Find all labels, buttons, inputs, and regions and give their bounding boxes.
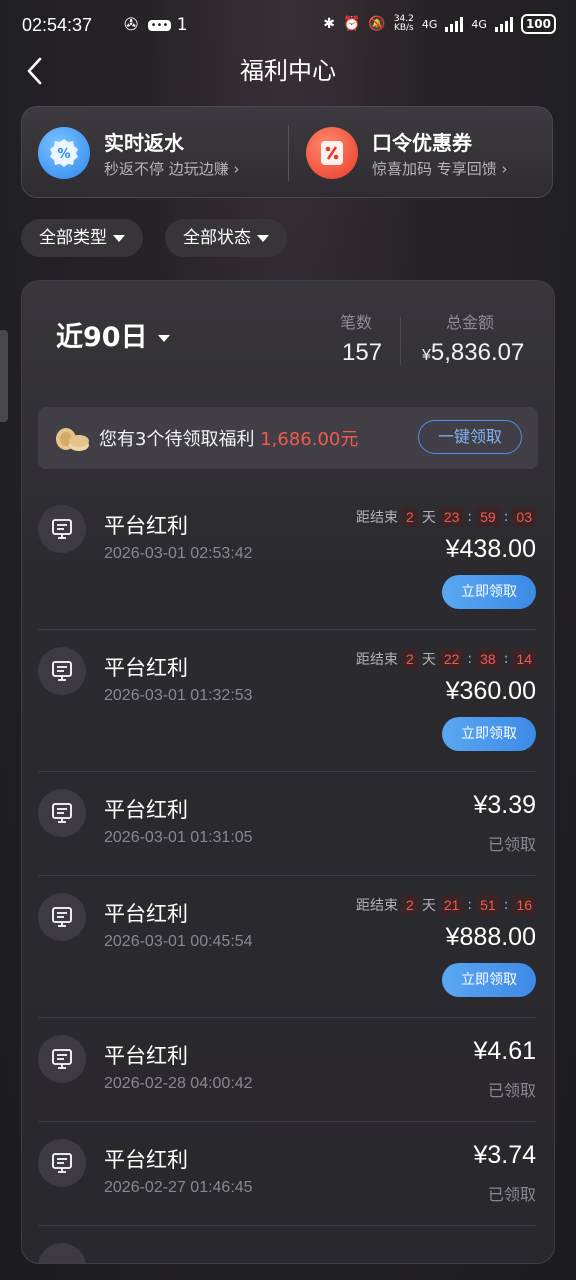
record-date: 2026-03-01 02:53:42 <box>104 545 253 562</box>
record-row: 平台红利 2026-03-01 01:32:53 距结束 2 天 22:38:14 ¥… <box>38 631 536 772</box>
record-amount: ¥3.39 <box>473 791 536 819</box>
countdown: 距结束 2 天 21:51:16 <box>356 895 536 915</box>
record-amount: ¥4.61 <box>473 1037 536 1065</box>
network-label-2: 4G <box>471 17 487 31</box>
coupon-ticket-icon <box>306 127 358 179</box>
signal-icon-1 <box>445 16 464 32</box>
type-filter-label: 全部类型 <box>39 228 107 248</box>
chevron-left-icon <box>27 57 42 85</box>
clock: 02:54:37 <box>22 15 93 35</box>
record-date: 2026-03-01 01:32:53 <box>104 687 253 704</box>
record-row: 平台红利 2026-03-01 00:45:54 距结束 2 天 21:51:16 ¥… <box>38 877 536 1018</box>
coupon-entry[interactable]: 口令优惠券 惊喜加码 专享回馈 › <box>306 125 546 181</box>
pending-amount: 1,686.00元 <box>260 429 359 450</box>
record-row: 平台红利 2026-03-01 02:53:42 距结束 2 天 23:59:03 ¥… <box>38 489 536 630</box>
network-label-1: 4G <box>421 17 438 31</box>
record-name: 平台红利 <box>104 656 188 680</box>
total-currency: ¥ <box>422 347 431 364</box>
record-row-partial <box>38 1241 536 1263</box>
countdown: 距结束 2 天 22:38:14 <box>356 649 536 669</box>
status-filter[interactable]: 全部状态 <box>165 219 287 257</box>
monitor-icon <box>38 789 86 837</box>
promo-divider <box>288 125 289 181</box>
claim-all-button[interactable]: 一键领取 <box>418 420 522 454</box>
coupon-subtitle: 惊喜加码 专享回馈 › <box>372 160 508 178</box>
record-name: 平台红利 <box>104 798 188 822</box>
record-name: 平台红利 <box>104 1044 188 1068</box>
countdown: 距结束 2 天 23:59:03 <box>356 507 536 527</box>
period-label: 近90日 <box>56 322 148 353</box>
record-name: 平台红利 <box>104 514 188 538</box>
caret-down-icon <box>257 234 269 242</box>
claim-button[interactable]: 立即领取 <box>442 575 536 609</box>
pending-text: 您有3个待领取福利 1,686.00元 <box>99 429 359 450</box>
page-title: 福利中心 <box>240 57 336 85</box>
record-amount: ¥3.74 <box>473 1141 536 1169</box>
mute-icon: 🔕 <box>368 16 386 32</box>
claimed-status: 已领取 <box>487 1185 536 1204</box>
type-filter[interactable]: 全部类型 <box>21 219 143 257</box>
total-value: ¥5,836.07 <box>422 339 524 367</box>
promo-card: % 实时返水 秒返不停 边玩边赚 › 口令优惠券 惊喜加码 专享回馈 › <box>21 106 553 198</box>
message-icon: ••• <box>147 19 172 31</box>
claim-button[interactable]: 立即领取 <box>442 963 536 997</box>
alarm-icon: ⏰ <box>342 16 361 32</box>
record-row: 平台红利 2026-03-01 01:31:05 ¥3.39 已领取 <box>38 773 536 876</box>
net-speed: 34.2 KB/s <box>393 14 414 33</box>
rebate-title: 实时返水 <box>104 131 184 155</box>
bluetooth-icon: ✱ <box>323 16 335 32</box>
status-left-icons: ✇ ••• 1 <box>124 15 188 35</box>
record-name: 平台红利 <box>104 902 188 926</box>
caret-down-icon <box>157 335 170 342</box>
coupon-title: 口令优惠券 <box>372 131 472 155</box>
total-amount: 5,836.07 <box>430 339 525 366</box>
percent-badge-icon: % <box>38 127 90 179</box>
status-filter-label: 全部状态 <box>183 228 251 248</box>
count-value: 157 <box>342 339 383 366</box>
record-date: 2026-02-28 04:00:42 <box>104 1075 253 1092</box>
coins-icon <box>56 428 89 451</box>
record-amount: ¥438.00 <box>445 535 536 563</box>
monitor-icon <box>38 1035 86 1083</box>
svg-text:%: % <box>57 147 70 162</box>
claimed-status: 已领取 <box>487 1081 536 1100</box>
record-amount: ¥360.00 <box>445 677 536 705</box>
side-edge-handle[interactable] <box>0 330 8 422</box>
notif-count: 1 <box>176 15 188 35</box>
count-label: 笔数 <box>340 313 373 332</box>
total-label: 总金额 <box>446 313 495 332</box>
rebate-subtitle: 秒返不停 边玩边赚 › <box>104 160 240 178</box>
monitor-icon <box>38 1243 86 1263</box>
record-date: 2026-03-01 01:31:05 <box>104 829 253 846</box>
monitor-icon <box>38 1139 86 1187</box>
claimed-status: 已领取 <box>487 835 536 854</box>
pending-notice: 您有3个待领取福利 1,686.00元 一键领取 <box>38 407 538 469</box>
signal-icon-2 <box>494 16 513 32</box>
status-bar: 02:54:37 ✇ ••• 1 ✱ ⏰ 🔕 34.2 KB/s 4G 4G 10… <box>22 12 556 40</box>
record-amount: ¥888.00 <box>445 923 536 951</box>
monitor-icon <box>38 893 86 941</box>
monitor-icon <box>38 505 86 553</box>
status-right-icons: ✱ ⏰ 🔕 34.2 KB/s 4G 4G 100 <box>323 14 556 34</box>
record-date: 2026-03-01 00:45:54 <box>104 933 253 950</box>
record-date: 2026-02-27 01:46:45 <box>104 1179 253 1196</box>
record-name: 平台红利 <box>104 1148 188 1172</box>
caret-down-icon <box>113 234 125 242</box>
battery-icon: 100 <box>520 14 556 34</box>
monitor-icon <box>38 647 86 695</box>
back-button[interactable] <box>22 54 50 88</box>
stat-divider <box>400 317 401 365</box>
rebate-entry[interactable]: % 实时返水 秒返不停 边玩边赚 › <box>38 125 278 181</box>
record-row: 平台红利 2026-02-27 01:46:45 ¥3.74 已领取 <box>38 1123 536 1226</box>
fan-icon: ✇ <box>124 15 139 35</box>
records-card: 近90日 笔数 157 总金额 ¥5,836.07 您有3个待领取福利 1,68… <box>21 280 555 1264</box>
claim-button[interactable]: 立即领取 <box>442 717 536 751</box>
period-selector[interactable]: 近90日 <box>56 315 170 354</box>
record-row: 平台红利 2026-02-28 04:00:42 ¥4.61 已领取 <box>38 1019 536 1122</box>
